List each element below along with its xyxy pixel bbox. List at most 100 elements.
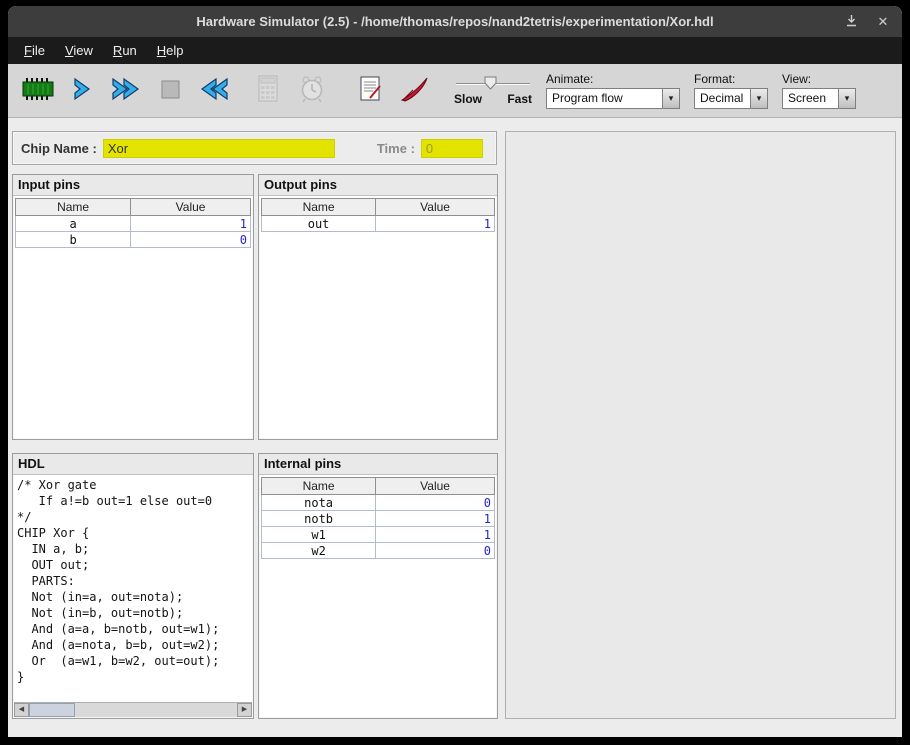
view-group: View: Screen ▾ <box>782 72 856 109</box>
run-button[interactable] <box>106 69 146 113</box>
menu-item-run[interactable]: Run <box>103 38 147 63</box>
clock-icon <box>299 75 325 106</box>
chip-icon <box>21 76 55 105</box>
close-icon: ✕ <box>878 14 889 30</box>
load-chip-button[interactable] <box>18 69 58 113</box>
chip-name-label: Chip Name : <box>21 141 97 156</box>
scroll-right-icon: ▶ <box>242 706 247 713</box>
time-input <box>421 139 483 158</box>
pin-name-cell: w2 <box>262 543 376 559</box>
calculator-icon <box>256 75 280 106</box>
chevron-down-icon[interactable]: ▾ <box>838 88 856 109</box>
hdl-panel: HDL /* Xor gate If a!=b out=1 else out=0… <box>12 453 254 719</box>
animate-value: Program flow <box>546 88 662 109</box>
chevron-down-icon[interactable]: ▾ <box>750 88 768 109</box>
pin-name-cell: b <box>16 232 131 248</box>
stop-button[interactable] <box>150 69 190 113</box>
column-header-value: Value <box>376 199 495 216</box>
scroll-track[interactable] <box>75 703 237 717</box>
toolbar: Slow Fast Animate: Program flow ▾ Format… <box>8 64 902 118</box>
output-pins-title: Output pins <box>259 175 497 196</box>
menu-item-file[interactable]: File <box>14 38 55 63</box>
main-content: Chip Name : Time : Input pins Name Value… <box>8 118 902 737</box>
menu-bar: File View Run Help <box>8 37 902 64</box>
quill-icon <box>399 75 429 106</box>
view-dropdown[interactable]: Screen ▾ <box>782 88 856 109</box>
minimize-button[interactable] <box>842 13 860 31</box>
menu-item-view[interactable]: View <box>55 38 103 63</box>
window-title: Hardware Simulator (2.5) - /home/thomas/… <box>8 14 902 29</box>
pin-value-cell[interactable]: 0 <box>131 232 251 248</box>
menu-item-help[interactable]: Help <box>147 38 194 63</box>
program-icon <box>357 75 383 106</box>
breakpoints-button[interactable] <box>394 69 434 113</box>
single-step-button[interactable] <box>62 69 102 113</box>
hdl-title: HDL <box>13 454 253 475</box>
time-label: Time : <box>377 141 415 156</box>
hdl-horizontal-scrollbar[interactable]: ◀ ▶ <box>14 702 252 717</box>
pin-name-cell: nota <box>262 495 376 511</box>
pin-value-cell: 1 <box>376 527 495 543</box>
view-value: Screen <box>782 88 838 109</box>
format-group: Format: Decimal ▾ <box>694 72 768 109</box>
column-header-name: Name <box>262 199 376 216</box>
pin-name-cell: a <box>16 216 131 232</box>
animate-label: Animate: <box>546 72 680 86</box>
input-pins-panel: Input pins Name Value a 1 b 0 <box>12 174 254 440</box>
pin-name-cell: out <box>262 216 376 232</box>
animate-group: Animate: Program flow ▾ <box>546 72 680 109</box>
scroll-left-button[interactable]: ◀ <box>14 703 29 717</box>
column-header-name: Name <box>16 199 131 216</box>
output-pins-table: Name Value out 1 <box>261 198 495 232</box>
scroll-left-icon: ◀ <box>19 706 24 713</box>
output-pins-panel: Output pins Name Value out 1 <box>258 174 498 440</box>
eval-button <box>248 69 288 113</box>
pin-name-cell: notb <box>262 511 376 527</box>
slow-label: Slow <box>454 92 482 106</box>
stop-icon <box>158 77 182 104</box>
pin-value-cell: 1 <box>376 511 495 527</box>
column-header-value: Value <box>131 199 251 216</box>
animate-dropdown[interactable]: Program flow ▾ <box>546 88 680 109</box>
scroll-right-button[interactable]: ▶ <box>237 703 252 717</box>
table-row: a 1 <box>16 216 251 232</box>
minimize-icon <box>845 14 858 30</box>
reset-icon <box>198 76 230 105</box>
run-icon <box>110 76 142 105</box>
pin-value-cell: 0 <box>376 543 495 559</box>
single-step-icon <box>70 76 94 105</box>
column-header-name: Name <box>262 478 376 495</box>
scroll-thumb[interactable] <box>29 703 75 717</box>
table-row: b 0 <box>16 232 251 248</box>
table-row: out 1 <box>262 216 495 232</box>
chip-header-panel: Chip Name : Time : <box>12 131 497 165</box>
pin-value-cell: 0 <box>376 495 495 511</box>
pin-value-cell[interactable]: 1 <box>131 216 251 232</box>
view-program-button[interactable] <box>350 69 390 113</box>
chip-name-input[interactable] <box>103 139 335 158</box>
table-row: w1 1 <box>262 527 495 543</box>
table-row: notb 1 <box>262 511 495 527</box>
title-bar: Hardware Simulator (2.5) - /home/thomas/… <box>8 6 902 37</box>
slider-thumb[interactable] <box>484 76 497 95</box>
chevron-down-icon[interactable]: ▾ <box>662 88 680 109</box>
hdl-code: /* Xor gate If a!=b out=1 else out=0 */ … <box>13 475 253 702</box>
speed-slider[interactable]: Slow Fast <box>454 76 532 106</box>
close-button[interactable]: ✕ <box>874 13 892 31</box>
internal-pins-panel: Internal pins Name Value nota 0 notb 1 w… <box>258 453 498 719</box>
format-label: Format: <box>694 72 768 86</box>
format-value: Decimal <box>694 88 750 109</box>
fast-label: Fast <box>507 92 532 106</box>
internal-pins-title: Internal pins <box>259 454 497 475</box>
pin-value-cell: 1 <box>376 216 495 232</box>
app-window: Hardware Simulator (2.5) - /home/thomas/… <box>8 6 902 737</box>
clock-button <box>292 69 332 113</box>
input-pins-table: Name Value a 1 b 0 <box>15 198 251 248</box>
table-row: nota 0 <box>262 495 495 511</box>
input-pins-title: Input pins <box>13 175 253 196</box>
table-row: w2 0 <box>262 543 495 559</box>
format-dropdown[interactable]: Decimal ▾ <box>694 88 768 109</box>
screen-view-panel <box>505 131 896 719</box>
column-header-value: Value <box>376 478 495 495</box>
reset-button[interactable] <box>194 69 234 113</box>
